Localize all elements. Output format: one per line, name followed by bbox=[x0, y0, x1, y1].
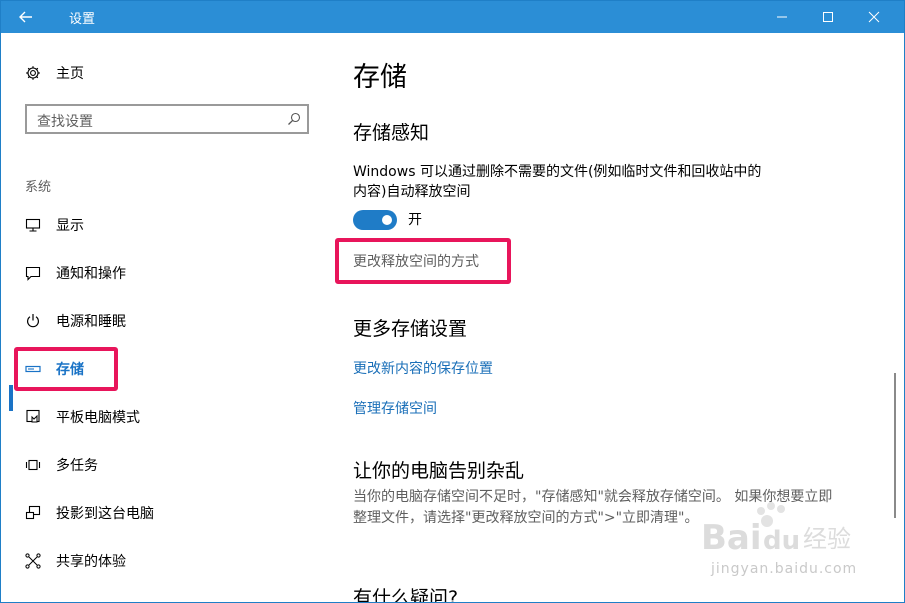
multitask-icon bbox=[25, 459, 41, 471]
sidebar-item-label: 平板电脑模式 bbox=[56, 410, 140, 426]
storage-sense-description-line1: Windows 可以通过删除不需要的文件(例如临时文件和回收站中的 bbox=[353, 164, 762, 180]
sidebar-item-tablet-mode[interactable]: 平板电脑模式 bbox=[1, 400, 331, 434]
highlight-box-change-link bbox=[335, 238, 511, 284]
project-icon bbox=[25, 505, 41, 520]
title-bar: 设置 bbox=[1, 1, 904, 33]
section-label-system: 系统 bbox=[25, 180, 52, 195]
window-title: 设置 bbox=[69, 12, 96, 27]
sidebar-item-notifications[interactable]: 通知和操作 bbox=[1, 256, 331, 290]
back-button[interactable] bbox=[1, 1, 51, 33]
sidebar-item-label: 主页 bbox=[56, 66, 84, 82]
more-storage-heading: 更多存储设置 bbox=[353, 318, 468, 340]
toggle-state-label: 开 bbox=[408, 212, 422, 228]
highlight-box-storage bbox=[14, 347, 118, 391]
sidebar-item-label: 显示 bbox=[56, 218, 84, 234]
sidebar-item-project[interactable]: 投影到这台电脑 bbox=[1, 496, 331, 530]
questions-heading: 有什么疑问? bbox=[353, 587, 459, 603]
monitor-icon bbox=[25, 218, 41, 232]
minimize-icon bbox=[777, 16, 787, 18]
sidebar-item-power[interactable]: 电源和睡眠 bbox=[1, 304, 331, 338]
share-icon bbox=[25, 553, 41, 569]
sidebar-item-label: 多任务 bbox=[56, 458, 98, 474]
sidebar-item-label: 投影到这台电脑 bbox=[56, 506, 154, 522]
svg-text:du: du bbox=[763, 526, 800, 556]
sidebar-item-label: 共享的体验 bbox=[56, 554, 126, 570]
notification-icon bbox=[25, 266, 41, 281]
search-icon bbox=[288, 112, 301, 125]
watermark-site: jingyan.baidu.com bbox=[711, 561, 858, 577]
sidebar-item-label: 电源和睡眠 bbox=[56, 314, 126, 330]
baidu-watermark-logo: Bai du 经验 bbox=[701, 502, 851, 558]
storage-sense-description-line2: 内容)自动释放空间 bbox=[353, 184, 471, 200]
maximize-icon bbox=[823, 12, 833, 22]
power-icon bbox=[27, 314, 39, 328]
storage-sense-heading: 存储感知 bbox=[353, 122, 430, 144]
declutter-heading: 让你的电脑告别杂乱 bbox=[353, 460, 525, 482]
search-input[interactable]: 查找设置 bbox=[25, 104, 309, 134]
svg-text:经验: 经验 bbox=[803, 525, 851, 553]
gear-icon bbox=[26, 66, 40, 80]
sidebar-item-shared-experiences[interactable]: 共享的体验 bbox=[1, 544, 331, 578]
sidebar-item-label: 通知和操作 bbox=[56, 266, 126, 282]
storage-sense-toggle[interactable] bbox=[353, 210, 397, 230]
toggle-knob bbox=[382, 215, 392, 225]
sidebar-item-home[interactable]: 主页 bbox=[1, 56, 331, 90]
declutter-text-line2: 整理文件，请选择"更改释放空间的方式">"立即清理"。 bbox=[353, 510, 699, 526]
tablet-mode-icon bbox=[26, 409, 40, 423]
search-placeholder: 查找设置 bbox=[37, 114, 93, 130]
svg-text:Bai: Bai bbox=[701, 518, 762, 558]
change-save-location-link[interactable]: 更改新内容的保存位置 bbox=[353, 358, 493, 378]
manage-storage-spaces-link[interactable]: 管理存储空间 bbox=[353, 398, 437, 418]
close-button[interactable] bbox=[851, 1, 897, 33]
scrollbar-thumb[interactable] bbox=[894, 373, 896, 518]
sidebar-item-display[interactable]: 显示 bbox=[1, 208, 331, 242]
sidebar: 主页 查找设置 系统 显示 通知和操作 电源和睡眠 存储 平板电脑模式 多任务 … bbox=[1, 33, 331, 602]
close-icon bbox=[868, 11, 880, 23]
maximize-button[interactable] bbox=[805, 1, 851, 33]
sidebar-item-multitasking[interactable]: 多任务 bbox=[1, 448, 331, 482]
page-title: 存储 bbox=[353, 62, 407, 93]
settings-window: 设置 主页 查找设置 系统 显示 通知和操作 电源和睡眠 存储 平板电脑模式 多… bbox=[0, 0, 905, 603]
minimize-button[interactable] bbox=[759, 1, 805, 33]
back-arrow-icon bbox=[19, 11, 32, 23]
